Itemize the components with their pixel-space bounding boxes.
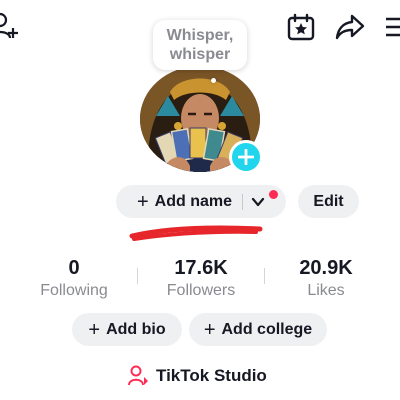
share-button[interactable] [334, 12, 366, 42]
plus-icon: + [88, 318, 101, 341]
calendar-button[interactable] [286, 12, 316, 42]
calendar-star-icon [287, 13, 315, 41]
tiktok-studio-link[interactable]: TikTok Studio [128, 364, 267, 388]
stat-divider [264, 268, 265, 284]
stat-divider [137, 268, 138, 284]
plus-icon: + [203, 318, 216, 341]
followers-count: 17.6K [174, 257, 228, 279]
likes-stat[interactable]: 20.9K Likes [271, 255, 381, 301]
note-bubble-tail [211, 78, 216, 83]
plus-icon: + [136, 190, 149, 213]
likes-label: Likes [307, 282, 345, 299]
following-stat[interactable]: 0 Following [19, 255, 129, 301]
add-avatar-button[interactable] [229, 140, 263, 174]
menu-button[interactable] [384, 16, 400, 38]
following-count: 0 [68, 257, 80, 279]
followers-label: Followers [166, 282, 236, 299]
following-label: Following [40, 282, 108, 299]
share-arrow-icon [335, 14, 365, 40]
note-text-line1: Whisper, [166, 27, 234, 44]
person-studio-icon [128, 365, 148, 386]
red-scribble-redaction [129, 225, 263, 241]
notification-dot [269, 190, 278, 199]
edit-profile-button[interactable]: Edit [298, 185, 359, 218]
edit-label: Edit [313, 192, 344, 210]
add-college-label: Add college [221, 320, 313, 338]
note-bubble[interactable]: Whisper, whisper [153, 20, 247, 70]
add-college-button[interactable]: + Add college [189, 313, 327, 346]
tiktok-studio-label: TikTok Studio [156, 366, 267, 385]
add-bio-label: Add bio [106, 320, 166, 338]
person-plus-icon [0, 12, 18, 39]
pill-divider [242, 193, 244, 210]
chevron-down-icon[interactable] [251, 195, 265, 209]
note-text-line2: whisper [169, 46, 231, 63]
add-name-label: Add name [154, 192, 233, 210]
plus-icon [238, 149, 254, 165]
add-bio-button[interactable]: + Add bio [72, 313, 182, 346]
followers-stat[interactable]: 17.6K Followers [146, 255, 256, 301]
add-name-button[interactable]: + Add name [116, 185, 286, 218]
likes-count: 20.9K [299, 257, 353, 279]
hamburger-menu-icon [386, 17, 400, 37]
add-user-button[interactable] [0, 12, 20, 42]
